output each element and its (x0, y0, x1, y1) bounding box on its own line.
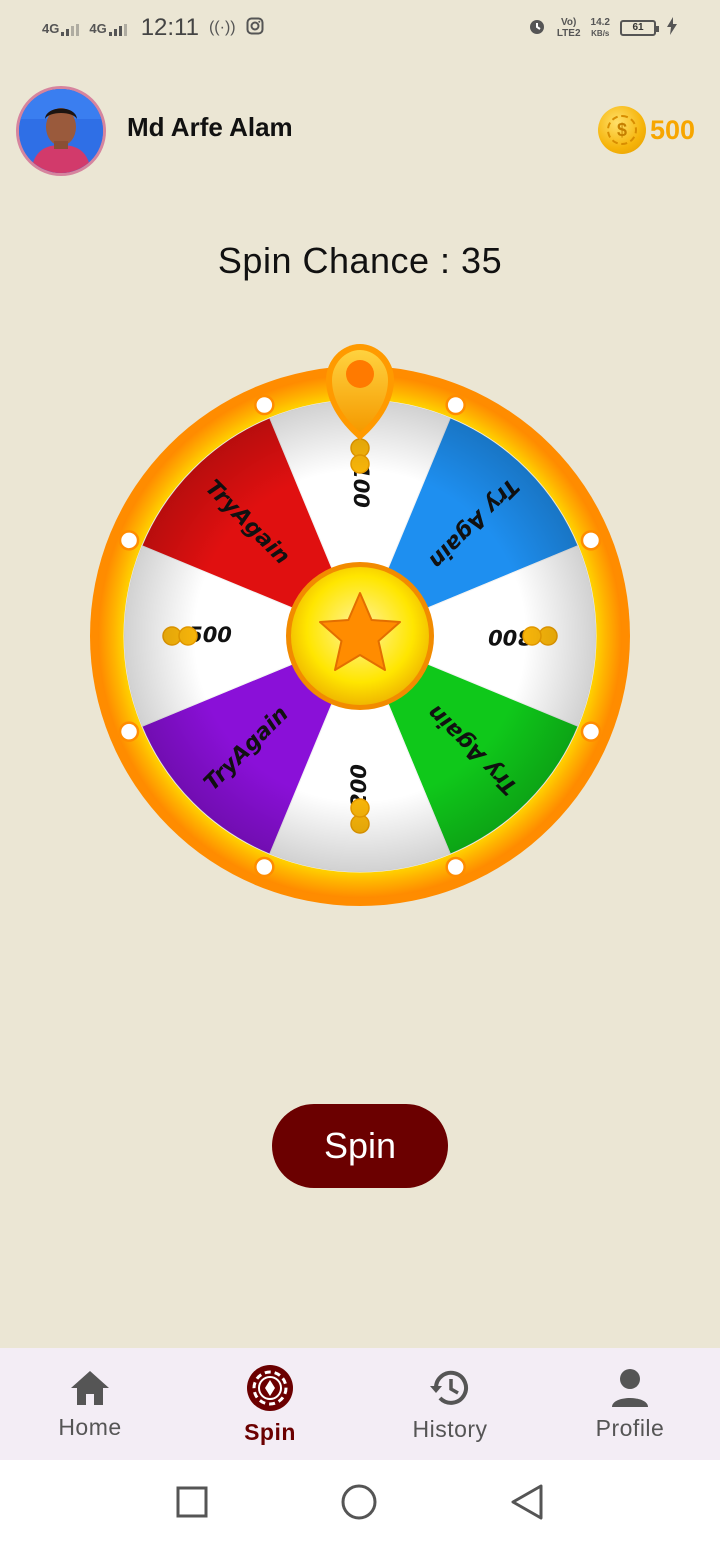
rim-dot (254, 856, 275, 878)
rim-dot (580, 721, 602, 742)
volte-indicator: Vo) LTE2 (557, 17, 581, 39)
rim-dot (580, 530, 602, 551)
speed-unit: KB/s (591, 29, 610, 38)
back-icon[interactable] (510, 1483, 544, 1521)
speed-value: 14.2 (590, 17, 610, 28)
bottom-nav: Home Spin History Profile (0, 1348, 720, 1460)
network-speed: 14.2 KB/s (591, 17, 610, 39)
nav-home-label: Home (58, 1413, 122, 1440)
history-icon (430, 1370, 468, 1405)
home-icon (71, 1370, 109, 1405)
clock: 12:11 (140, 14, 199, 41)
volte-bottom: LTE2 (556, 28, 581, 39)
spin-chance: Spin Chance : 35 (217, 240, 503, 281)
hotspot-icon: ((·)) (208, 19, 236, 36)
avatar[interactable] (16, 86, 106, 176)
volte-top: Vo) (560, 17, 577, 28)
status-bar: 4G 4G 12:11 ((·)) Vo) LTE2 14.2 KB/s 61 (0, 0, 720, 56)
signal-1: 4G (42, 20, 80, 36)
nav-profile-label: Profile (595, 1414, 665, 1441)
spin-icon (247, 1364, 293, 1411)
coin-amount: 500 (650, 114, 696, 145)
network-type-2: 4G (89, 20, 107, 36)
battery-icon: 61 (620, 20, 659, 36)
nav-spin-label: Spin (244, 1418, 296, 1445)
nav-spin[interactable]: Spin (180, 1348, 360, 1460)
rim-dot (118, 530, 140, 551)
status-left: 4G 4G 12:11 ((·)) (42, 14, 264, 42)
network-type-1: 4G (42, 20, 60, 36)
spin-wheel[interactable]: 100Try Again300Try Again200TryAgain500Tr… (88, 340, 632, 920)
nav-history-label: History (412, 1415, 488, 1442)
rim-dot (445, 394, 466, 416)
coin-icon: $ (598, 106, 646, 154)
signal-bars-icon (61, 23, 80, 36)
status-right: Vo) LTE2 14.2 KB/s 61 (527, 16, 678, 41)
signal-2: 4G (89, 20, 127, 36)
spin-button[interactable]: Spin (272, 1104, 448, 1188)
nav-history[interactable]: History (360, 1348, 540, 1460)
alarm-icon (527, 16, 547, 41)
rim-dot (254, 394, 275, 416)
signal-bars-icon (108, 23, 127, 36)
user-name: Md Arfe Alam (127, 112, 293, 142)
charging-icon (666, 16, 678, 40)
recents-icon[interactable] (176, 1486, 208, 1518)
nav-home[interactable]: Home (0, 1348, 180, 1460)
rim-dot (118, 721, 140, 742)
instagram-icon (246, 17, 264, 40)
coin-balance: $ 500 (598, 106, 695, 154)
system-nav (0, 1460, 720, 1544)
home-circle-icon[interactable] (341, 1484, 377, 1520)
nav-profile[interactable]: Profile (540, 1348, 720, 1460)
coin-symbol: $ (607, 115, 637, 145)
rim-dot (445, 856, 466, 878)
person-icon (612, 1368, 648, 1407)
